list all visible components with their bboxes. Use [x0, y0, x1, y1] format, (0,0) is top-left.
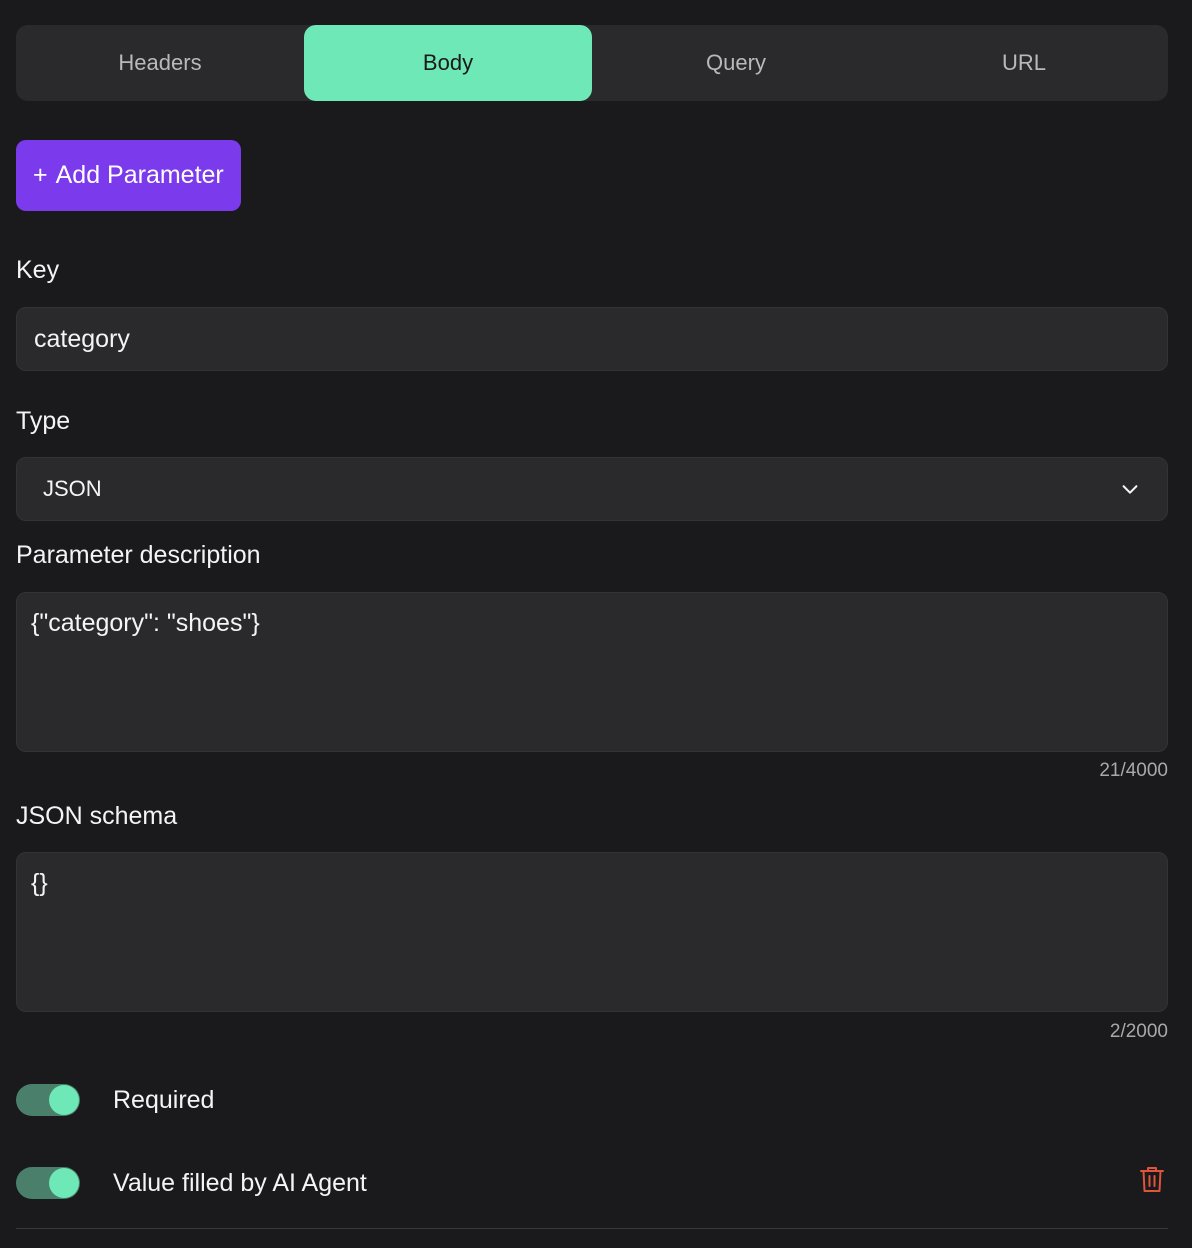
trash-icon[interactable]	[1139, 1165, 1165, 1193]
plus-icon: +	[33, 161, 48, 189]
tab-query[interactable]: Query	[592, 25, 880, 101]
schema-textarea[interactable]: {}	[16, 852, 1168, 1012]
toggle-knob	[49, 1168, 79, 1198]
ai-filled-toggle[interactable]	[16, 1167, 80, 1199]
required-label: Required	[113, 1085, 215, 1114]
tab-bar: Headers Body Query URL	[16, 25, 1168, 101]
add-parameter-label: Add Parameter	[55, 161, 224, 189]
description-counter: 21/4000	[1099, 760, 1168, 781]
schema-counter: 2/2000	[1109, 1021, 1168, 1042]
schema-value: {}	[31, 869, 48, 897]
type-select[interactable]: JSON	[16, 457, 1168, 521]
description-value: {"category": "shoes"}	[31, 609, 260, 637]
tab-headers[interactable]: Headers	[16, 25, 304, 101]
type-label: Type	[16, 407, 71, 435]
ai-filled-row: Value filled by AI Agent	[16, 1167, 367, 1199]
chevron-down-icon	[1122, 485, 1138, 494]
tab-url[interactable]: URL	[880, 25, 1168, 101]
required-row: Required	[16, 1084, 214, 1116]
required-toggle[interactable]	[16, 1084, 80, 1116]
key-value: category	[34, 324, 130, 353]
key-input[interactable]: category	[16, 307, 1168, 371]
description-textarea[interactable]: {"category": "shoes"}	[16, 592, 1168, 752]
tab-body[interactable]: Body	[304, 25, 592, 101]
description-label: Parameter description	[16, 541, 261, 569]
key-label: Key	[16, 256, 60, 284]
ai-filled-label: Value filled by AI Agent	[113, 1168, 367, 1197]
divider	[16, 1228, 1168, 1229]
parameter-editor: Headers Body Query URL + Add Parameter K…	[0, 0, 1192, 1248]
add-parameter-button[interactable]: + Add Parameter	[16, 140, 241, 211]
toggle-knob	[49, 1085, 79, 1115]
type-value: JSON	[43, 476, 102, 501]
schema-label: JSON schema	[16, 802, 178, 830]
